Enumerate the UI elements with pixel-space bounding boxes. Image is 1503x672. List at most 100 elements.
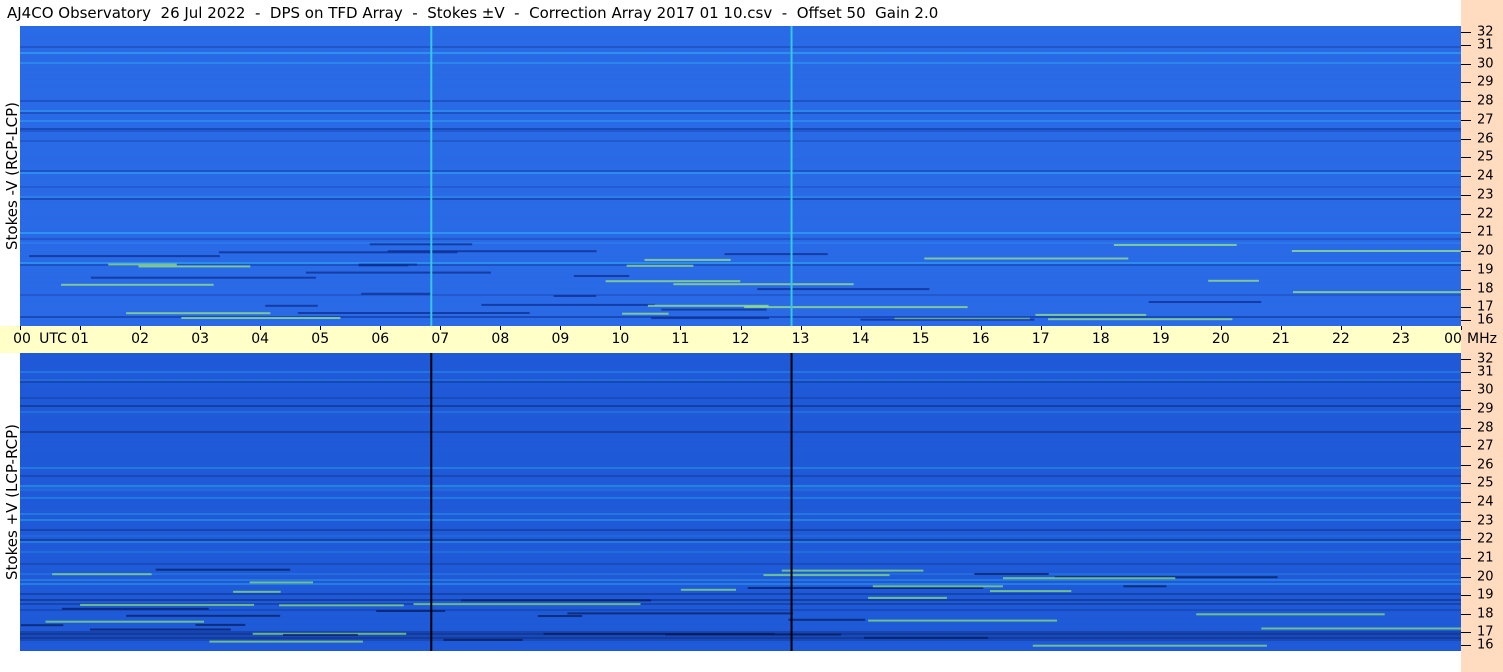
spectrogram-stripe bbox=[20, 365, 1461, 367]
spectrogram-stripe bbox=[20, 387, 1461, 389]
spectrogram-stripe bbox=[20, 204, 1461, 206]
time-tick-label: 00 bbox=[1444, 331, 1462, 347]
time-tick-label: 15 bbox=[911, 331, 930, 347]
spectrogram-stripe bbox=[20, 359, 1461, 361]
spectrogram-stripe bbox=[20, 515, 1461, 517]
spectrogram-stripe bbox=[20, 236, 1461, 238]
time-tick-mark bbox=[1100, 326, 1102, 330]
spectrogram-stripe bbox=[20, 118, 1461, 120]
spectrogram-stripe bbox=[20, 621, 1461, 623]
interference-streak bbox=[605, 280, 741, 283]
interference-streak bbox=[1208, 279, 1259, 282]
freq-tick-mark bbox=[1461, 483, 1471, 485]
spectrogram-stripe bbox=[20, 158, 1461, 160]
spectrogram-stripe bbox=[20, 76, 1461, 78]
interference-streak bbox=[788, 618, 866, 621]
spectrogram-stripe bbox=[20, 132, 1461, 134]
interference-streak bbox=[52, 573, 152, 576]
spectrogram-stripe bbox=[20, 74, 1461, 76]
time-tick-mark bbox=[80, 326, 82, 330]
spectrogram-stripe bbox=[20, 262, 1461, 264]
spectrogram-stripe bbox=[20, 461, 1461, 463]
spectrogram-stripe bbox=[20, 112, 1461, 114]
spectrogram-stripe bbox=[20, 260, 1461, 262]
time-tick-label: 20 bbox=[1211, 331, 1230, 347]
interference-streak bbox=[1048, 318, 1233, 321]
freq-tick-label: 24 bbox=[1477, 494, 1494, 510]
spectrogram-stripe bbox=[20, 367, 1461, 369]
spectrogram-stripe bbox=[20, 54, 1461, 56]
spectrogram-stripe bbox=[20, 68, 1461, 70]
interference-streak bbox=[265, 304, 318, 307]
spectrogram-stripe bbox=[20, 160, 1461, 162]
time-tick-mark bbox=[1280, 326, 1282, 330]
freq-tick-mark bbox=[1461, 645, 1471, 646]
spectrogram-stripe bbox=[20, 455, 1461, 457]
spectrogram-stripe bbox=[20, 525, 1461, 527]
interference-streak bbox=[863, 636, 988, 639]
spectrogram-stripe bbox=[20, 96, 1461, 98]
spectrogram-stripe bbox=[20, 431, 1461, 433]
spectrogram-stripe bbox=[20, 397, 1461, 399]
time-tick-label: 03 bbox=[191, 331, 210, 347]
spectrogram-stripe bbox=[20, 190, 1461, 192]
spectrogram-stripe bbox=[20, 174, 1461, 176]
spectrogram-stripe bbox=[20, 114, 1461, 116]
spectrogram-stripe bbox=[20, 545, 1461, 547]
spectrogram-stripe bbox=[20, 369, 1461, 371]
spectrogram-stripe bbox=[20, 505, 1461, 507]
spectrogram-stripe bbox=[20, 130, 1461, 132]
spectrogram-stripe bbox=[20, 110, 1461, 112]
interference-streak bbox=[369, 243, 473, 246]
spectrogram-stripe bbox=[20, 232, 1461, 234]
spectrogram-stripe bbox=[20, 86, 1461, 88]
interference-streak bbox=[673, 283, 854, 286]
spectrogram-stripe bbox=[20, 601, 1461, 603]
interference-streak bbox=[924, 257, 1129, 260]
spectrogram-stripe bbox=[20, 533, 1461, 535]
spectrogram-stripe bbox=[20, 443, 1461, 445]
freq-tick-label: 29 bbox=[1477, 74, 1494, 90]
spectrogram-stripe bbox=[20, 531, 1461, 533]
freq-tick-label: 21 bbox=[1477, 224, 1494, 240]
spectrogram-stripe bbox=[20, 82, 1461, 84]
spectrogram-stripe bbox=[20, 463, 1461, 465]
spectrogram-stripe bbox=[20, 457, 1461, 459]
freq-tick-label: 25 bbox=[1477, 475, 1494, 491]
spectrogram-stripe bbox=[20, 473, 1461, 475]
interference-streak bbox=[763, 574, 890, 577]
spectrogram-stripe bbox=[20, 36, 1461, 38]
freq-tick-label: 20 bbox=[1477, 243, 1494, 259]
spectrogram-stripe bbox=[20, 162, 1461, 164]
spectrogram-stripe bbox=[20, 507, 1461, 509]
freq-tick-label: 28 bbox=[1477, 420, 1494, 435]
spectrogram-stripe bbox=[20, 78, 1461, 80]
spectrogram-stripe bbox=[20, 549, 1461, 551]
interference-streak bbox=[990, 590, 1072, 593]
freq-tick-label: 17 bbox=[1477, 624, 1494, 640]
spectrogram-stripe bbox=[20, 268, 1461, 270]
interference-streak bbox=[90, 628, 231, 631]
spectrogram-stripe bbox=[20, 439, 1461, 441]
spectrogram-stripe bbox=[20, 421, 1461, 423]
time-tick-label: 22 bbox=[1331, 331, 1350, 347]
time-tick-mark bbox=[740, 326, 742, 330]
spectrogram-stripe bbox=[20, 411, 1461, 413]
spectrogram-stripe bbox=[20, 423, 1461, 425]
spectrogram-stripe bbox=[20, 200, 1461, 202]
time-tick-mark bbox=[1340, 326, 1342, 330]
spectrogram-stripe bbox=[20, 631, 1461, 633]
chart-title: AJ4CO Observatory 26 Jul 2022 - DPS on T… bbox=[0, 0, 1461, 26]
spectrogram-stripe bbox=[20, 146, 1461, 148]
spectrogram-stripe bbox=[20, 104, 1461, 106]
spectrogram-stripe bbox=[20, 649, 1461, 651]
spectrogram-stripe bbox=[20, 72, 1461, 74]
time-tick-mark bbox=[200, 326, 202, 330]
spectrogram-stripe bbox=[20, 415, 1461, 417]
time-tick-label: 19 bbox=[1151, 331, 1170, 347]
freq-tick-label: 26 bbox=[1477, 131, 1494, 146]
spectrogram-stripe bbox=[20, 399, 1461, 401]
spectrogram-stripe bbox=[20, 298, 1461, 300]
spectrogram-stripe bbox=[20, 150, 1461, 152]
spectrogram-stripe bbox=[20, 294, 1461, 296]
